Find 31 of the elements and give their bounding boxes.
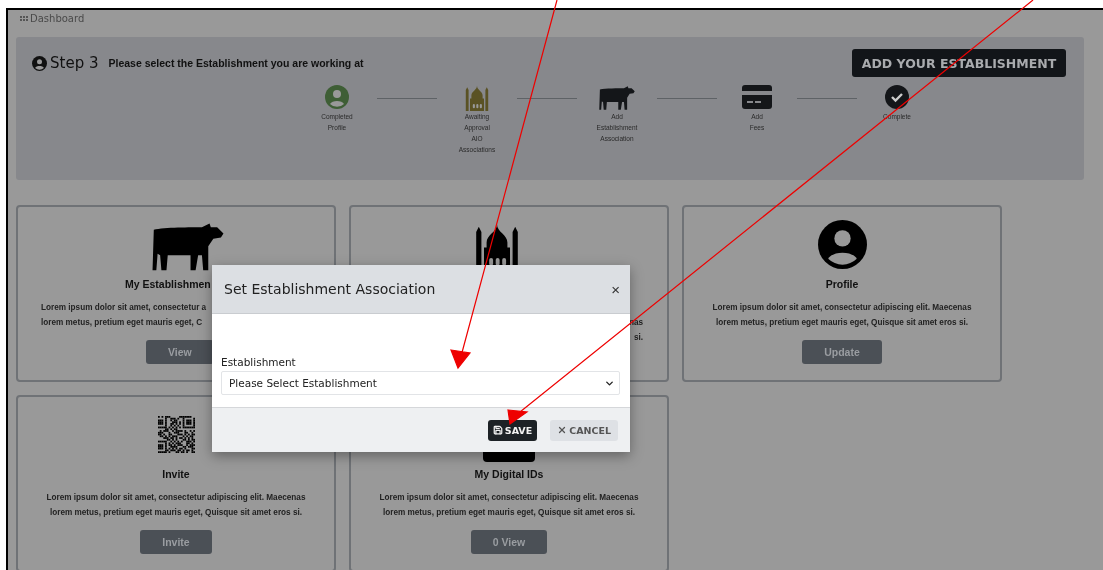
save-button[interactable]: SAVE bbox=[487, 419, 538, 441]
cancel-button[interactable]: CANCEL bbox=[550, 419, 618, 441]
instruction-text: Please select the Establishment you are working at bbox=[108, 57, 365, 69]
user-circle-icon bbox=[817, 220, 867, 269]
breadcrumb-label: Dashboard bbox=[30, 13, 85, 24]
card-button[interactable]: Update bbox=[802, 340, 882, 364]
modal-title: Set Establishment Association bbox=[224, 281, 436, 297]
qr-code-icon bbox=[157, 416, 195, 453]
card-button[interactable]: Invite bbox=[140, 530, 212, 554]
grid-icon bbox=[20, 16, 28, 21]
user-circle-icon bbox=[32, 55, 47, 71]
card-title: My Digital IDs bbox=[474, 468, 544, 480]
step-label: Step 3 bbox=[50, 54, 99, 72]
card-title: Invite bbox=[162, 468, 190, 480]
card-description: Lorem ipsum dolor sit amet, consectetur adipiscing elit. Maecenas lorem metus, pretium eget mauris eget, Quisque sit amet eros si. bbox=[712, 302, 972, 329]
card-title: Profile bbox=[825, 278, 859, 290]
card-description: Lorem ipsum dolor sit amet, consectetur a lorem metus, pretium eget mauris eget, C bbox=[41, 302, 207, 329]
card-button[interactable]: View bbox=[146, 340, 214, 364]
close-button[interactable]: × bbox=[609, 280, 622, 298]
cow-icon bbox=[598, 84, 636, 110]
card-description: nas si. bbox=[628, 317, 643, 344]
field-label: Establishment bbox=[221, 356, 297, 368]
card-title: My Establishmen bbox=[125, 278, 211, 290]
user-circle-icon bbox=[325, 85, 349, 109]
close-icon bbox=[557, 425, 568, 435]
card-button[interactable]: 0 View bbox=[470, 530, 548, 554]
credit-card-icon bbox=[742, 85, 772, 109]
establishment-select[interactable]: Please Select Establishment bbox=[221, 371, 620, 395]
card-description: Lorem ipsum dolor sit amet, consectetur adipiscing elit. Maecenas lorem metus, pretium eget mauris eget, Quisque sit amet eros si. bbox=[46, 492, 306, 519]
check-circle-icon bbox=[885, 85, 909, 109]
card-description: Lorem ipsum dolor sit amet, consectetur adipiscing elit. Maecenas lorem metus, pretium eget mauris eget, Quisque sit amet eros si. bbox=[379, 492, 639, 519]
